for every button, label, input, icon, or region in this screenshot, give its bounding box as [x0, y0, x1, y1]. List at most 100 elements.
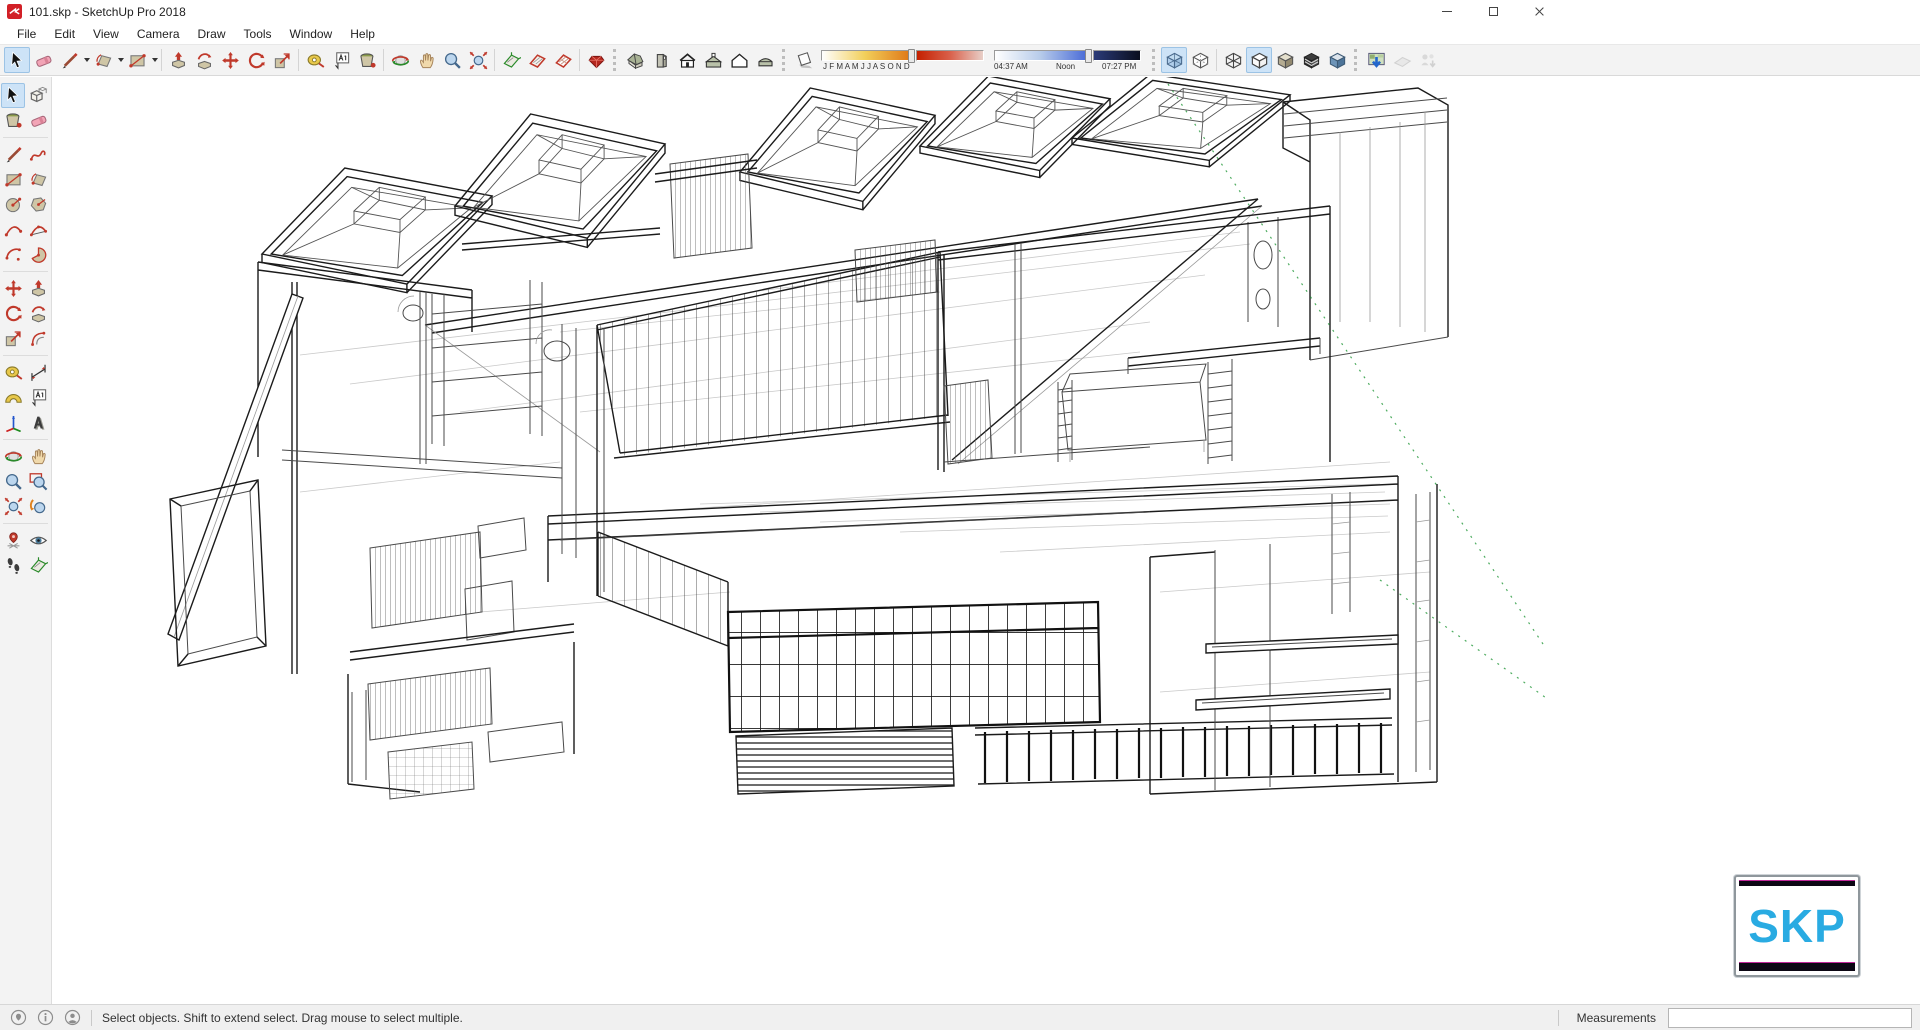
- toolbar-grip[interactable]: [1354, 49, 1359, 71]
- zoom-tool[interactable]: [1, 469, 25, 494]
- rectangle-dropdown-icon[interactable]: [152, 58, 158, 62]
- minimize-button[interactable]: [1424, 0, 1470, 23]
- walk-tool[interactable]: [1, 553, 25, 578]
- back-view-button[interactable]: [726, 47, 752, 73]
- menu-window[interactable]: Window: [281, 25, 342, 43]
- xray-style-button[interactable]: [1161, 47, 1187, 73]
- position-camera-tool[interactable]: [1, 528, 25, 553]
- offset-tool[interactable]: [26, 326, 50, 351]
- toolbar-grip[interactable]: [613, 49, 618, 71]
- select-tool-button[interactable]: [4, 47, 30, 73]
- dimension-tool[interactable]: [26, 360, 50, 385]
- push-pull-tool-button[interactable]: [165, 47, 191, 73]
- push-pull-tool[interactable]: [26, 276, 50, 301]
- menu-file[interactable]: File: [8, 25, 45, 43]
- pie-tool[interactable]: [26, 242, 50, 267]
- credits-info-icon[interactable]: [37, 1009, 54, 1026]
- toolbar-grip[interactable]: [782, 49, 787, 71]
- menu-edit[interactable]: Edit: [45, 25, 84, 43]
- zoom-extents-tool[interactable]: [1, 494, 25, 519]
- model-viewport[interactable]: .pk{stroke:#1b1b1b;stroke-width:1.4;fill…: [52, 77, 1920, 1004]
- line-tool-button[interactable]: [56, 47, 82, 73]
- toolbar-grip[interactable]: [1152, 49, 1157, 71]
- pan-tool[interactable]: [26, 444, 50, 469]
- text-tool-button[interactable]: [328, 47, 354, 73]
- shaded-style-button[interactable]: [1272, 47, 1298, 73]
- three-point-arc-tool[interactable]: [1, 242, 25, 267]
- 3d-text-tool[interactable]: [26, 410, 50, 435]
- share-model-button[interactable]: [1389, 47, 1415, 73]
- eraser-tool[interactable]: [26, 108, 50, 133]
- time-slider-handle[interactable]: [1085, 49, 1092, 63]
- section-plane-tool[interactable]: [26, 553, 50, 578]
- select-tool[interactable]: [1, 83, 25, 108]
- rectangle-tool-button[interactable]: [124, 47, 150, 73]
- follow-me-tool[interactable]: [26, 301, 50, 326]
- menu-view[interactable]: View: [84, 25, 128, 43]
- display-section-planes-button[interactable]: [524, 47, 550, 73]
- two-point-arc-tool[interactable]: [26, 217, 50, 242]
- menu-camera[interactable]: Camera: [128, 25, 189, 43]
- rotate-tool[interactable]: [1, 301, 25, 326]
- front-view-button[interactable]: [674, 47, 700, 73]
- geolocation-icon[interactable]: [10, 1009, 27, 1026]
- pan-tool-button[interactable]: [413, 47, 439, 73]
- rectangle-tool[interactable]: [1, 167, 25, 192]
- rotate-tool-button[interactable]: [243, 47, 269, 73]
- protractor-tool[interactable]: [1, 385, 25, 410]
- colonnade: [974, 717, 1395, 785]
- paint-bucket-tool-button[interactable]: [354, 47, 380, 73]
- section-plane-button[interactable]: [498, 47, 524, 73]
- scale-tool-button[interactable]: [269, 47, 295, 73]
- display-section-cuts-button[interactable]: [550, 47, 576, 73]
- eraser-tool-button[interactable]: [30, 47, 56, 73]
- date-slider-handle[interactable]: [908, 49, 915, 63]
- hidden-line-style-button[interactable]: [1246, 47, 1272, 73]
- menu-draw[interactable]: Draw: [189, 25, 235, 43]
- top-view-button[interactable]: [700, 47, 726, 73]
- move-tool-button[interactable]: [217, 47, 243, 73]
- extension-warehouse-button[interactable]: [583, 47, 609, 73]
- close-button[interactable]: [1516, 0, 1562, 23]
- sign-in-icon[interactable]: [64, 1009, 81, 1026]
- orbit-tool-button[interactable]: [387, 47, 413, 73]
- make-component-tool[interactable]: [26, 83, 50, 108]
- zoom-window-tool[interactable]: [26, 469, 50, 494]
- paint-bucket-tool[interactable]: [1, 108, 25, 133]
- wireframe-style-button[interactable]: [1220, 47, 1246, 73]
- look-around-tool[interactable]: [26, 528, 50, 553]
- arc-tool-button[interactable]: [90, 47, 116, 73]
- iso-view-button[interactable]: [622, 47, 648, 73]
- monochrome-style-button[interactable]: [1324, 47, 1350, 73]
- menu-help[interactable]: Help: [341, 25, 384, 43]
- previous-view-tool[interactable]: [26, 494, 50, 519]
- left-view-button[interactable]: [752, 47, 778, 73]
- zoom-tool-button[interactable]: [439, 47, 465, 73]
- rotated-rectangle-tool[interactable]: [26, 167, 50, 192]
- circle-tool[interactable]: [1, 192, 25, 217]
- shadows-toggle-button[interactable]: [791, 47, 817, 73]
- zoom-extents-button[interactable]: [465, 47, 491, 73]
- text-tool[interactable]: [26, 385, 50, 410]
- back-edges-style-button[interactable]: [1187, 47, 1213, 73]
- menu-tools[interactable]: Tools: [235, 25, 281, 43]
- arc-tool[interactable]: [1, 217, 25, 242]
- get-models-button[interactable]: [1363, 47, 1389, 73]
- polygon-tool[interactable]: [26, 192, 50, 217]
- tape-measure-tool-button[interactable]: [302, 47, 328, 73]
- line-tool[interactable]: [1, 142, 25, 167]
- share-component-button[interactable]: [1415, 47, 1441, 73]
- measurements-input[interactable]: [1668, 1007, 1912, 1028]
- shadow-date-slider[interactable]: J F M A M J J A S O N D: [821, 49, 986, 71]
- tape-measure-tool[interactable]: [1, 360, 25, 385]
- shadow-time-slider[interactable]: 04:37 AM Noon 07:27 PM: [994, 49, 1144, 71]
- axes-tool[interactable]: [1, 410, 25, 435]
- freehand-tool[interactable]: [26, 142, 50, 167]
- move-tool[interactable]: [1, 276, 25, 301]
- scale-tool[interactable]: [1, 326, 25, 351]
- shaded-textures-style-button[interactable]: [1298, 47, 1324, 73]
- right-view-button[interactable]: [648, 47, 674, 73]
- orbit-tool[interactable]: [1, 444, 25, 469]
- follow-me-tool-button[interactable]: [191, 47, 217, 73]
- maximize-button[interactable]: [1470, 0, 1516, 23]
